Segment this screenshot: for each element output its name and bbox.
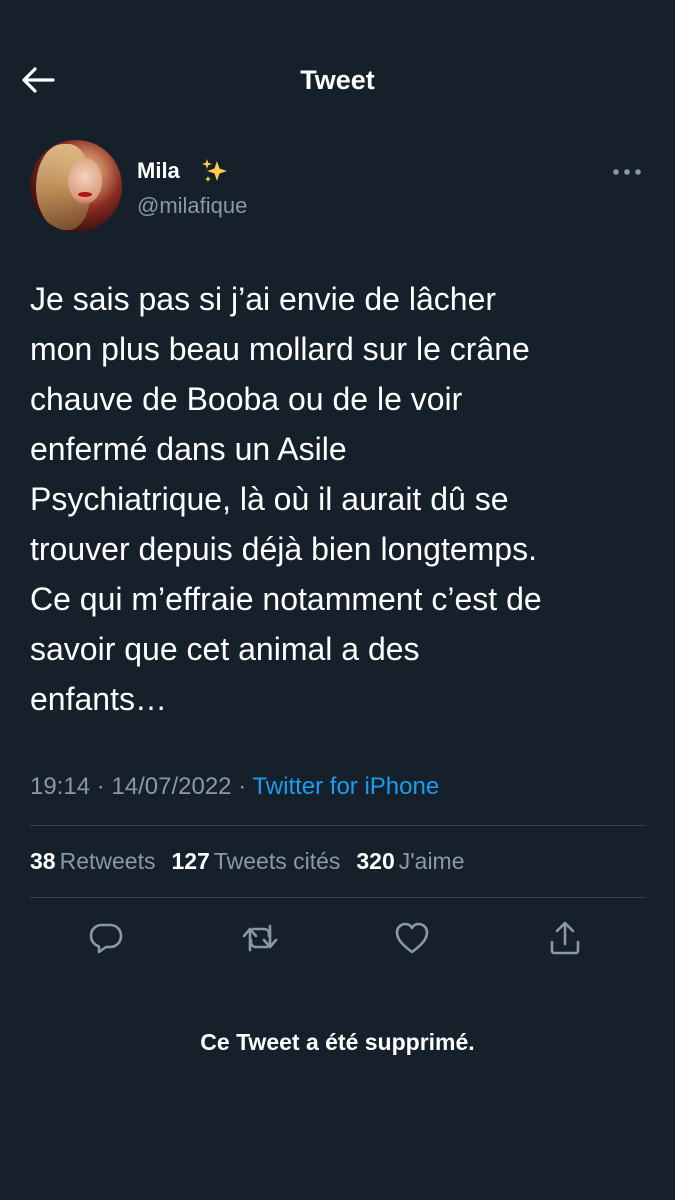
tweet-text: Je sais pas si j’ai envie de lâcher mon … bbox=[30, 281, 542, 717]
like-icon bbox=[395, 922, 429, 954]
top-bar: Tweet bbox=[0, 50, 675, 110]
more-horizontal-icon bbox=[613, 169, 641, 175]
reply-icon bbox=[89, 923, 123, 954]
author-handle[interactable]: @milafique bbox=[137, 192, 247, 220]
avatar[interactable] bbox=[30, 140, 122, 232]
more-options-button[interactable] bbox=[609, 160, 645, 184]
retweets-label: Retweets bbox=[59, 848, 156, 874]
sparkles-icon bbox=[202, 159, 227, 182]
deleted-tweet-notice: Ce Tweet a été supprimé. bbox=[200, 1029, 475, 1055]
likes-label: J'aime bbox=[398, 848, 465, 874]
engagement-stats: 38 Retweets 127 Tweets cités 320 J'aime bbox=[30, 846, 465, 876]
share-icon bbox=[550, 921, 580, 955]
author-display-name[interactable]: Mila bbox=[137, 157, 180, 185]
retweets-count: 38 bbox=[30, 848, 56, 874]
divider bbox=[30, 825, 645, 826]
tweet-date: 14/07/2022 bbox=[111, 773, 232, 800]
quotes-count: 127 bbox=[171, 848, 210, 874]
likes-stat[interactable]: 320 J'aime bbox=[356, 846, 464, 876]
tweet-detail-screen: Tweet Mila @milafique Je sais pas si j’a… bbox=[0, 0, 675, 1200]
retweet-button[interactable] bbox=[236, 914, 284, 962]
share-button[interactable] bbox=[541, 914, 589, 962]
tweet-action-bar bbox=[0, 914, 675, 962]
tweet-timestamp: 19:14 · 14/07/2022 · Twitter for iPhone bbox=[30, 772, 439, 802]
retweets-stat[interactable]: 38 Retweets bbox=[30, 846, 155, 876]
tweet-source-link[interactable]: Twitter for iPhone bbox=[252, 773, 439, 800]
retweet-icon bbox=[242, 924, 278, 952]
meta-separator: · bbox=[238, 773, 247, 800]
quote-tweets-stat[interactable]: 127 Tweets cités bbox=[171, 846, 340, 876]
quotes-label: Tweets cités bbox=[213, 848, 341, 874]
like-button[interactable] bbox=[388, 914, 436, 962]
page-title: Tweet bbox=[300, 65, 375, 95]
reply-button[interactable] bbox=[82, 914, 130, 962]
divider bbox=[30, 897, 645, 898]
tweet-author: Mila @milafique bbox=[30, 140, 645, 236]
meta-separator: · bbox=[96, 773, 105, 800]
tweet-time: 19:14 bbox=[30, 773, 91, 800]
likes-count: 320 bbox=[356, 848, 395, 874]
